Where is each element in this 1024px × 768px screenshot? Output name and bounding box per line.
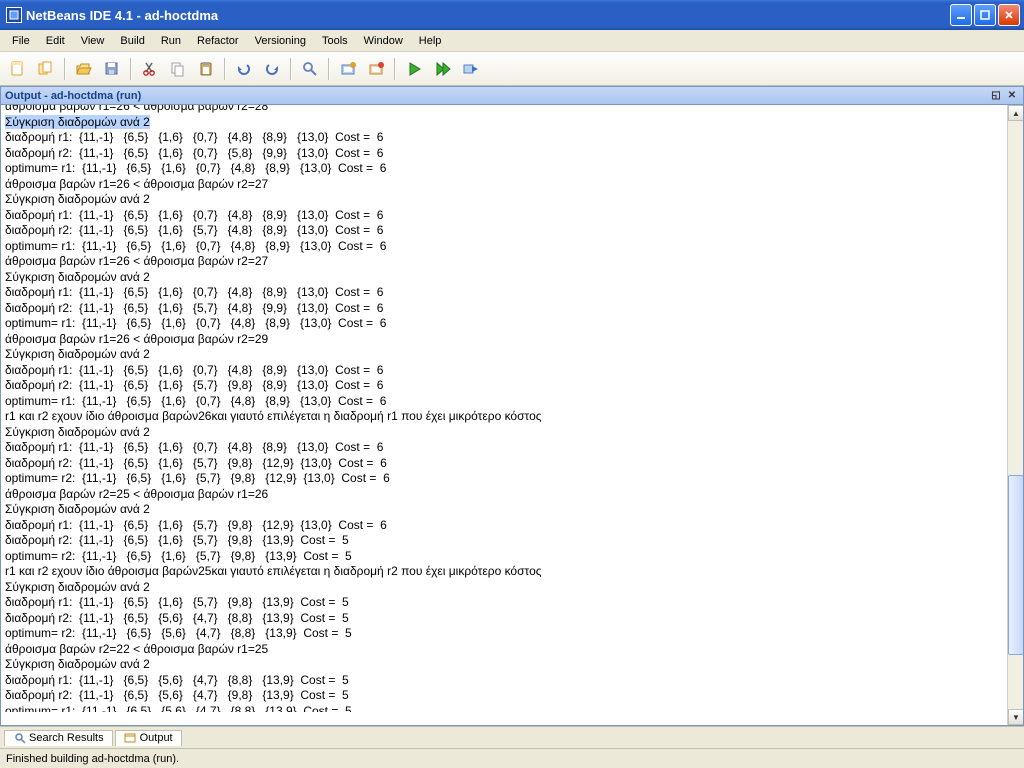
open-icon[interactable] [72,57,96,81]
tab-output[interactable]: Output [115,730,182,746]
toolbar-separator [224,58,226,80]
output-tab-icon [124,732,137,745]
scroll-down-icon[interactable]: ▼ [1008,709,1024,725]
menu-build[interactable]: Build [112,33,152,49]
new-project-icon[interactable] [34,57,58,81]
menu-window[interactable]: Window [356,33,411,49]
new-file-icon[interactable] [6,57,30,81]
output-title: Output - ad-hoctdma (run) [5,90,141,102]
menu-view[interactable]: View [73,33,113,49]
vertical-scrollbar[interactable]: ▲ ▼ [1007,105,1023,725]
toolbar-separator [328,58,330,80]
run-main-icon[interactable] [402,57,426,81]
scroll-thumb[interactable] [1008,475,1024,655]
dock-icon[interactable]: ◱ [989,89,1003,103]
menu-bar: File Edit View Build Run Refactor Versio… [0,30,1024,52]
tab-label: Search Results [29,732,104,744]
scroll-up-icon[interactable]: ▲ [1008,105,1024,121]
toolbar-separator [64,58,66,80]
clean-build-icon[interactable] [364,57,388,81]
toolbar-separator [130,58,132,80]
search-tab-icon [13,732,26,745]
menu-tools[interactable]: Tools [314,33,356,49]
menu-edit[interactable]: Edit [38,33,73,49]
status-bar: Finished building ad-hoctdma (run). [0,748,1024,768]
menu-refactor[interactable]: Refactor [189,33,247,49]
toolbar-separator [290,58,292,80]
window-titlebar: NetBeans IDE 4.1 - ad-hoctdma [0,0,1024,30]
output-header: Output - ad-hoctdma (run) ◱ ✕ [0,86,1024,105]
close-button[interactable] [998,4,1020,26]
status-text: Finished building ad-hoctdma (run). [6,753,179,765]
output-text[interactable]: αθροισμα βαρών r1=26 < αθροισμα βαρών r2… [1,105,1007,725]
build-main-icon[interactable] [336,57,360,81]
save-all-icon[interactable] [100,57,124,81]
redo-icon[interactable] [260,57,284,81]
undo-icon[interactable] [232,57,256,81]
maximize-button[interactable] [974,4,996,26]
paste-icon[interactable] [194,57,218,81]
menu-versioning[interactable]: Versioning [247,33,314,49]
menu-run[interactable]: Run [153,33,189,49]
debug-main-icon[interactable] [430,57,454,81]
toolbar-separator [394,58,396,80]
tab-label: Output [140,732,173,744]
attach-debugger-icon[interactable] [458,57,482,81]
tab-search-results[interactable]: Search Results [4,730,113,746]
bottom-tabstrip: Search Results Output [0,726,1024,748]
menu-file[interactable]: File [4,33,38,49]
close-output-icon[interactable]: ✕ [1005,89,1019,103]
window-title: NetBeans IDE 4.1 - ad-hoctdma [26,8,950,23]
app-icon [6,7,22,23]
find-icon[interactable] [298,57,322,81]
menu-help[interactable]: Help [411,33,450,49]
cut-icon[interactable] [138,57,162,81]
toolbar [0,52,1024,86]
output-area: αθροισμα βαρών r1=26 < αθροισμα βαρών r2… [0,105,1024,726]
minimize-button[interactable] [950,4,972,26]
copy-icon[interactable] [166,57,190,81]
